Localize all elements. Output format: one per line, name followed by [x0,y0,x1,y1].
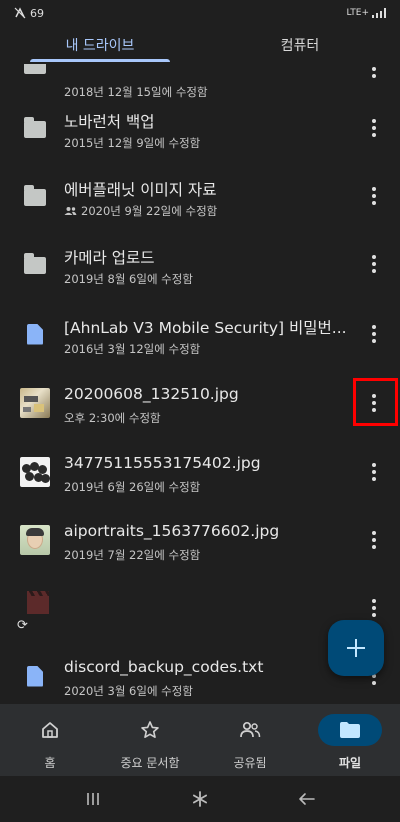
folder-icon [20,113,50,143]
plus-icon-vertical [354,639,358,657]
nav-shared[interactable]: 공유됨 [200,704,300,776]
video-icon: ⟳ [17,591,50,633]
file-subtitle: 오후 2:30에 수정함 [64,411,161,425]
tab-my-drive-label: 내 드라이브 [65,38,135,54]
list-item[interactable]: 카메라 업로드 2019년 8월 6일에 수정함 [0,230,400,298]
file-title: 20200608_132510.jpg [64,385,239,403]
folder-icon [20,249,50,279]
shared-people-icon [64,207,77,215]
nav-starred[interactable]: 중요 문서함 [100,704,200,776]
list-item[interactable]: [AhnLab V3 Mobile Security] 비밀번... 2016년… [0,300,400,368]
more-options-icon[interactable] [362,64,386,84]
image-thumbnail [20,525,50,555]
list-item[interactable]: 34775115553175402.jpg 2019년 6월 26일에 수정함 [0,438,400,506]
file-subtitle: 2019년 8월 6일에 수정함 [64,272,193,286]
file-title: discord_backup_codes.txt [64,658,264,676]
list-item[interactable]: 20200608_132510.jpg 오후 2:30에 수정함 [0,369,400,437]
more-options-icon[interactable] [362,593,386,623]
more-options-icon[interactable] [362,457,386,487]
text-file-icon [20,661,50,691]
file-subtitle: 2020년 9월 22일에 수정함 [81,204,218,218]
image-thumbnail [20,388,50,418]
recent-apps-icon[interactable] [73,784,113,814]
file-subtitle: 2015년 12월 9일에 수정함 [64,136,201,150]
image-thumbnail [20,457,50,487]
folder-icon [20,181,50,211]
file-title: aiportraits_1563776602.jpg [64,522,280,540]
system-navigation [0,776,400,822]
file-subtitle: 2019년 7월 22일에 수정함 [64,548,201,562]
list-item[interactable]: 노바런처 백업 2015년 12월 9일에 수정함 [0,94,400,162]
more-options-icon[interactable] [362,249,386,279]
file-title: 에버플래닛 이미지 자료 [64,181,217,199]
nav-files[interactable]: 파일 [300,704,400,776]
no-sim-icon [14,7,26,19]
file-title: 34775115553175402.jpg [64,454,261,472]
status-bar: 69 LTE+ [0,0,400,26]
new-button[interactable] [328,620,384,676]
nav-starred-label: 중요 문서함 [120,756,180,770]
tab-my-drive[interactable]: 내 드라이브 [0,26,200,64]
folder-icon [318,714,382,746]
file-subtitle: 2019년 6월 26일에 수정함 [64,480,201,494]
file-subtitle: 2020년 3월 6일에 수정함 [64,684,193,698]
more-options-icon[interactable] [362,181,386,211]
back-icon[interactable] [287,784,327,814]
sync-icon: ⟳ [17,618,28,633]
home-button-icon[interactable] [180,784,220,814]
nav-files-label: 파일 [338,756,362,770]
tab-computers-label: 컴퓨터 [280,38,320,54]
tab-computers[interactable]: 컴퓨터 [200,26,400,64]
signal-icon [372,8,386,18]
nav-shared-label: 공유됨 [233,756,267,770]
list-item[interactable]: aiportraits_1563776602.jpg 2019년 7월 22일에… [0,506,400,574]
nav-home[interactable]: 홈 [0,704,100,776]
more-options-icon[interactable] [362,113,386,143]
file-subtitle: 2016년 3월 12일에 수정함 [64,342,201,356]
file-title: [AhnLab V3 Mobile Security] 비밀번... [64,319,347,337]
home-icon [18,714,82,746]
bottom-navigation: 홈 중요 문서함 공유됨 파일 [0,704,400,776]
folder-icon [20,64,50,79]
file-title: 카메라 업로드 [64,249,155,267]
status-number: 69 [30,6,44,20]
highlight-box [353,378,398,426]
list-item[interactable]: 에버플래닛 이미지 자료 2020년 9월 22일에 수정함 [0,162,400,230]
drive-tabs: 내 드라이브 컴퓨터 [0,26,400,64]
file-title: 노바런처 백업 [64,113,155,131]
file-subtitle-row: 2020년 9월 22일에 수정함 [64,203,217,219]
more-options-icon[interactable] [362,319,386,349]
people-icon [218,714,282,746]
doc-icon [20,319,50,349]
network-type: LTE+ [346,8,370,18]
file-list: 2018년 12월 15일에 수정함 노바런처 백업 2015년 12월 9일에… [0,64,400,704]
nav-home-label: 홈 [44,756,56,770]
more-options-icon[interactable] [362,525,386,555]
star-icon [118,714,182,746]
